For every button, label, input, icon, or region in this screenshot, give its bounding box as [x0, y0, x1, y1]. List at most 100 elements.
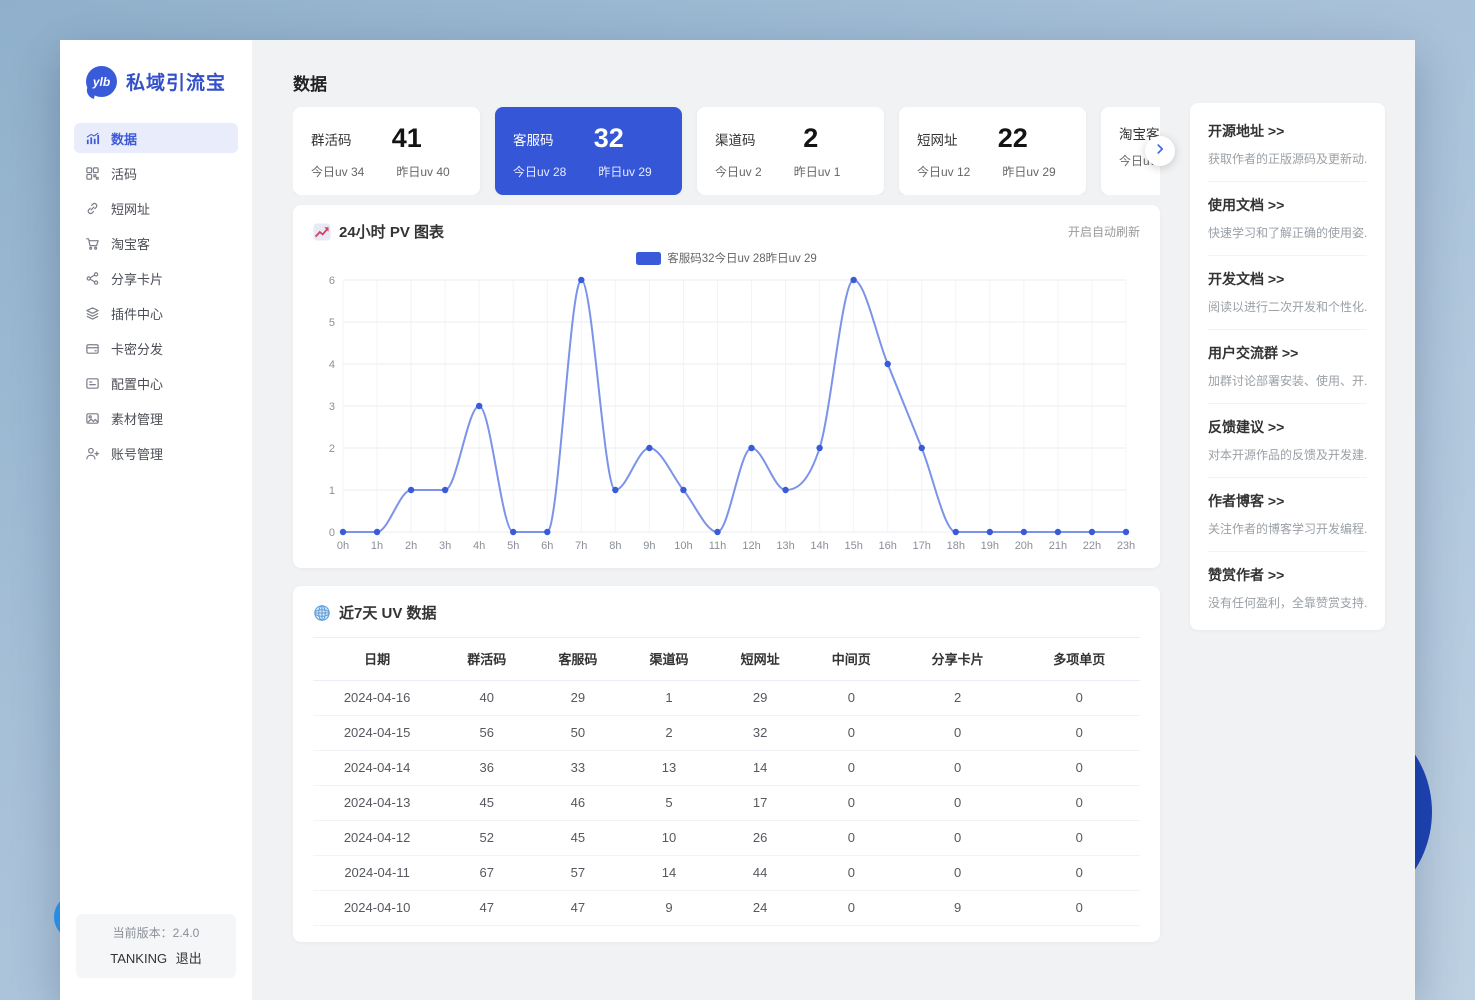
sidebar-item-share-card[interactable]: 分享卡片 [74, 263, 238, 293]
table-cell: 45 [441, 786, 532, 821]
stat-card-channel-code[interactable]: 渠道码2今日uv 2昨日uv 1 [697, 107, 884, 195]
sidebar-item-data[interactable]: 数据 [74, 123, 238, 153]
app-window: ylb 私域引流宝 数据活码短网址淘宝客分享卡片插件中心卡密分发配置中心素材管理… [60, 40, 1415, 1000]
table-cell: 2024-04-14 [313, 751, 441, 786]
sidebar-item-material[interactable]: 素材管理 [74, 403, 238, 433]
svg-text:4: 4 [329, 359, 335, 371]
sidebar-item-label: 分享卡片 [111, 269, 163, 288]
sidebar-item-card-key[interactable]: 卡密分发 [74, 333, 238, 363]
auto-refresh-toggle[interactable]: 开启自动刷新 [1068, 223, 1140, 240]
table-cell: 17 [715, 786, 806, 821]
table-cell: 14 [715, 751, 806, 786]
sidebar-item-config[interactable]: 配置中心 [74, 368, 238, 398]
chart-legend[interactable]: 客服码32今日uv 28昨日uv 29 [313, 250, 1140, 266]
table-cell: 0 [897, 786, 1019, 821]
quick-link-desc: 关注作者的博客学习开发编程... [1208, 520, 1367, 537]
sidebar-item-account[interactable]: 账号管理 [74, 438, 238, 468]
quick-links-panel: 开源地址 >> 获取作者的正版源码及更新动... 使用文档 >>快速学习和了解正确的… [1190, 103, 1385, 630]
sidebar-item-short-url[interactable]: 短网址 [74, 193, 238, 223]
sidebar-item-label: 账号管理 [111, 444, 163, 463]
stat-today-uv: 今日uv 2 [715, 163, 762, 180]
table-card-title: 近7天 UV 数据 [339, 602, 437, 623]
svg-text:1: 1 [329, 485, 335, 497]
quick-link-user-docs[interactable]: 使用文档 >>快速学习和了解正确的使用姿... [1208, 182, 1367, 256]
stat-card-value: 32 [554, 123, 665, 154]
table-row: 2024-04-155650232000 [313, 716, 1140, 751]
quick-link-opensource[interactable]: 开源地址 >> 获取作者的正版源码及更新动... [1208, 108, 1367, 182]
qr-code-icon [85, 166, 100, 181]
content-column: 数据 群活码41今日uv 34昨日uv 40客服码32今日uv 28昨日uv 2… [293, 40, 1160, 1000]
stat-card-value: 41 [352, 123, 463, 154]
quick-link-donate[interactable]: 赞赏作者 >>没有任何盈利，全靠赞赏支持... [1208, 552, 1367, 625]
table-cell: 2 [623, 716, 714, 751]
quick-link-user-group[interactable]: 用户交流群 >>加群讨论部署安装、使用、开... [1208, 330, 1367, 404]
svg-text:0h: 0h [337, 540, 349, 552]
quick-link-feedback[interactable]: 反馈建议 >>对本开源作品的反馈及开发建... [1208, 404, 1367, 478]
link-icon [85, 201, 100, 216]
sidebar-item-label: 活码 [111, 164, 137, 183]
table-row: 2024-04-1167571444000 [313, 856, 1140, 891]
sidebar-item-label: 短网址 [111, 199, 150, 218]
svg-text:9h: 9h [643, 540, 655, 552]
uv-table-column-header: 分享卡片 [897, 638, 1019, 681]
svg-text:22h: 22h [1083, 540, 1101, 552]
table-cell: 9 [623, 891, 714, 926]
layers-icon [85, 306, 100, 321]
stat-card-label: 渠道码 [715, 129, 756, 149]
legend-label: 客服码32今日uv 28昨日uv 29 [667, 250, 817, 266]
stat-card-kefu-code[interactable]: 客服码32 今日uv 28昨日uv 29 [495, 107, 682, 195]
carousel-next-button[interactable] [1145, 136, 1175, 166]
table-cell: 9 [897, 891, 1019, 926]
svg-text:1h: 1h [371, 540, 383, 552]
quick-link-blog[interactable]: 作者博客 >> 关注作者的博客学习开发编程... [1208, 478, 1367, 552]
svg-text:12h: 12h [742, 540, 760, 552]
sidebar-item-label: 素材管理 [111, 409, 163, 428]
stat-card-uv: 今日uv 28昨日uv 29 [513, 163, 664, 180]
table-cell: 47 [532, 891, 623, 926]
quick-link-title: 开源地址 >> [1208, 121, 1367, 141]
quick-link-desc: 获取作者的正版源码及更新动... [1208, 150, 1367, 167]
svg-text:5: 5 [329, 317, 335, 329]
globe-icon [313, 604, 331, 622]
sidebar-item-label: 卡密分发 [111, 339, 163, 358]
stat-card-uv: 今日uv 12昨日uv 29 [917, 163, 1068, 180]
sidebar-item-taoke[interactable]: 淘宝客 [74, 228, 238, 258]
quick-link-desc: 阅读以进行二次开发和个性化... [1208, 298, 1367, 315]
svg-text:11h: 11h [709, 540, 727, 552]
stat-cards-row: 群活码41今日uv 34昨日uv 40 客服码32 今日uv 28昨日uv 29 渠道… [293, 107, 1160, 195]
table-cell: 13 [623, 751, 714, 786]
table-cell: 56 [441, 716, 532, 751]
svg-text:2h: 2h [405, 540, 417, 552]
table-cell: 57 [532, 856, 623, 891]
uv-table-column-header: 群活码 [441, 638, 532, 681]
sidebar-nav: 数据活码短网址淘宝客分享卡片插件中心卡密分发配置中心素材管理账号管理 [60, 117, 252, 914]
svg-text:6: 6 [329, 275, 335, 287]
table-cell: 0 [1018, 821, 1140, 856]
svg-text:4h: 4h [473, 540, 485, 552]
table-cell: 32 [715, 716, 806, 751]
quick-link-title: 作者博客 >> [1208, 491, 1367, 511]
quick-link-dev-docs[interactable]: 开发文档 >>阅读以进行二次开发和个性化... [1208, 256, 1367, 330]
table-row: 2024-04-1252451026000 [313, 821, 1140, 856]
table-cell: 26 [715, 821, 806, 856]
sidebar-item-live-code[interactable]: 活码 [74, 158, 238, 188]
stat-card-short-url[interactable]: 短网址22今日uv 12昨日uv 29 [899, 107, 1086, 195]
svg-text:17h: 17h [913, 540, 931, 552]
uv-table-column-header: 多项单页 [1018, 638, 1140, 681]
table-cell: 0 [897, 751, 1019, 786]
sidebar-item-plugins[interactable]: 插件中心 [74, 298, 238, 328]
table-cell: 36 [441, 751, 532, 786]
svg-text:8h: 8h [609, 540, 621, 552]
logout-link[interactable]: 退出 [176, 951, 202, 966]
version-label: 当前版本：2.4.0 [82, 924, 230, 941]
table-cell: 14 [623, 856, 714, 891]
quick-link-desc: 加群讨论部署安装、使用、开... [1208, 372, 1367, 389]
stat-card-qun-code[interactable]: 群活码41今日uv 34昨日uv 40 [293, 107, 480, 195]
svg-text:13h: 13h [776, 540, 794, 552]
table-cell: 46 [532, 786, 623, 821]
table-cell: 40 [441, 681, 532, 716]
svg-text:3: 3 [329, 401, 335, 413]
wallet-icon [85, 341, 100, 356]
stat-card-top: 客服码32 [513, 123, 664, 154]
stat-card-label: 短网址 [917, 129, 958, 149]
